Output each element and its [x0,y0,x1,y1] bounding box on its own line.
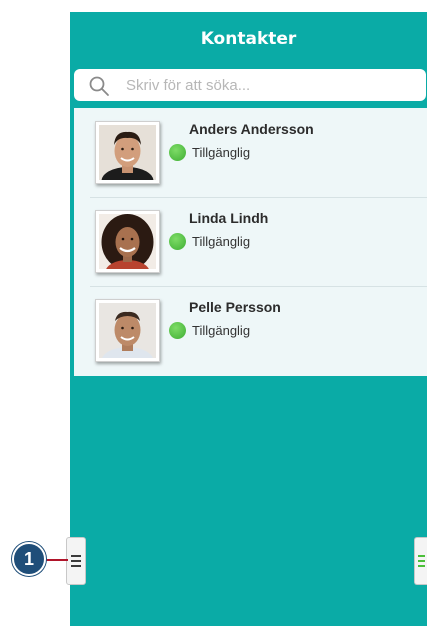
contact-row[interactable]: Anders Andersson Tillgänglig [74,108,427,197]
contact-row[interactable]: Pelle Persson Tillgänglig [74,286,427,375]
contact-list: Anders Andersson Tillgänglig Linda Lindh [74,108,427,376]
contact-row[interactable]: Linda Lindh Tillgänglig [74,197,427,286]
avatar [95,299,160,362]
callout-line [46,559,68,561]
contact-name: Pelle Persson [189,299,281,315]
menu-icon [71,555,81,567]
callout-badge: 1 [12,542,46,576]
contact-name: Anders Andersson [189,121,314,137]
contact-status: Tillgänglig [192,234,251,249]
avatar [95,210,160,273]
search-icon [89,76,109,96]
status-available-icon [169,144,186,161]
status-available-icon [169,322,186,339]
contact-name: Linda Lindh [189,210,269,226]
contact-status: Tillgänglig [192,145,251,160]
avatar-photo [99,303,156,358]
left-menu-handle[interactable] [66,537,86,585]
search-bar[interactable] [74,69,426,101]
right-menu-handle[interactable] [414,537,427,585]
search-input[interactable] [126,73,416,97]
status-available-icon [169,233,186,250]
page-title: Kontakter [200,29,297,49]
avatar-photo [99,125,156,180]
contacts-app: Kontakter Anders Anderss [70,12,427,626]
avatar [95,121,160,184]
menu-icon [418,555,425,567]
avatar-photo [99,214,156,269]
contact-status: Tillgänglig [192,323,251,338]
